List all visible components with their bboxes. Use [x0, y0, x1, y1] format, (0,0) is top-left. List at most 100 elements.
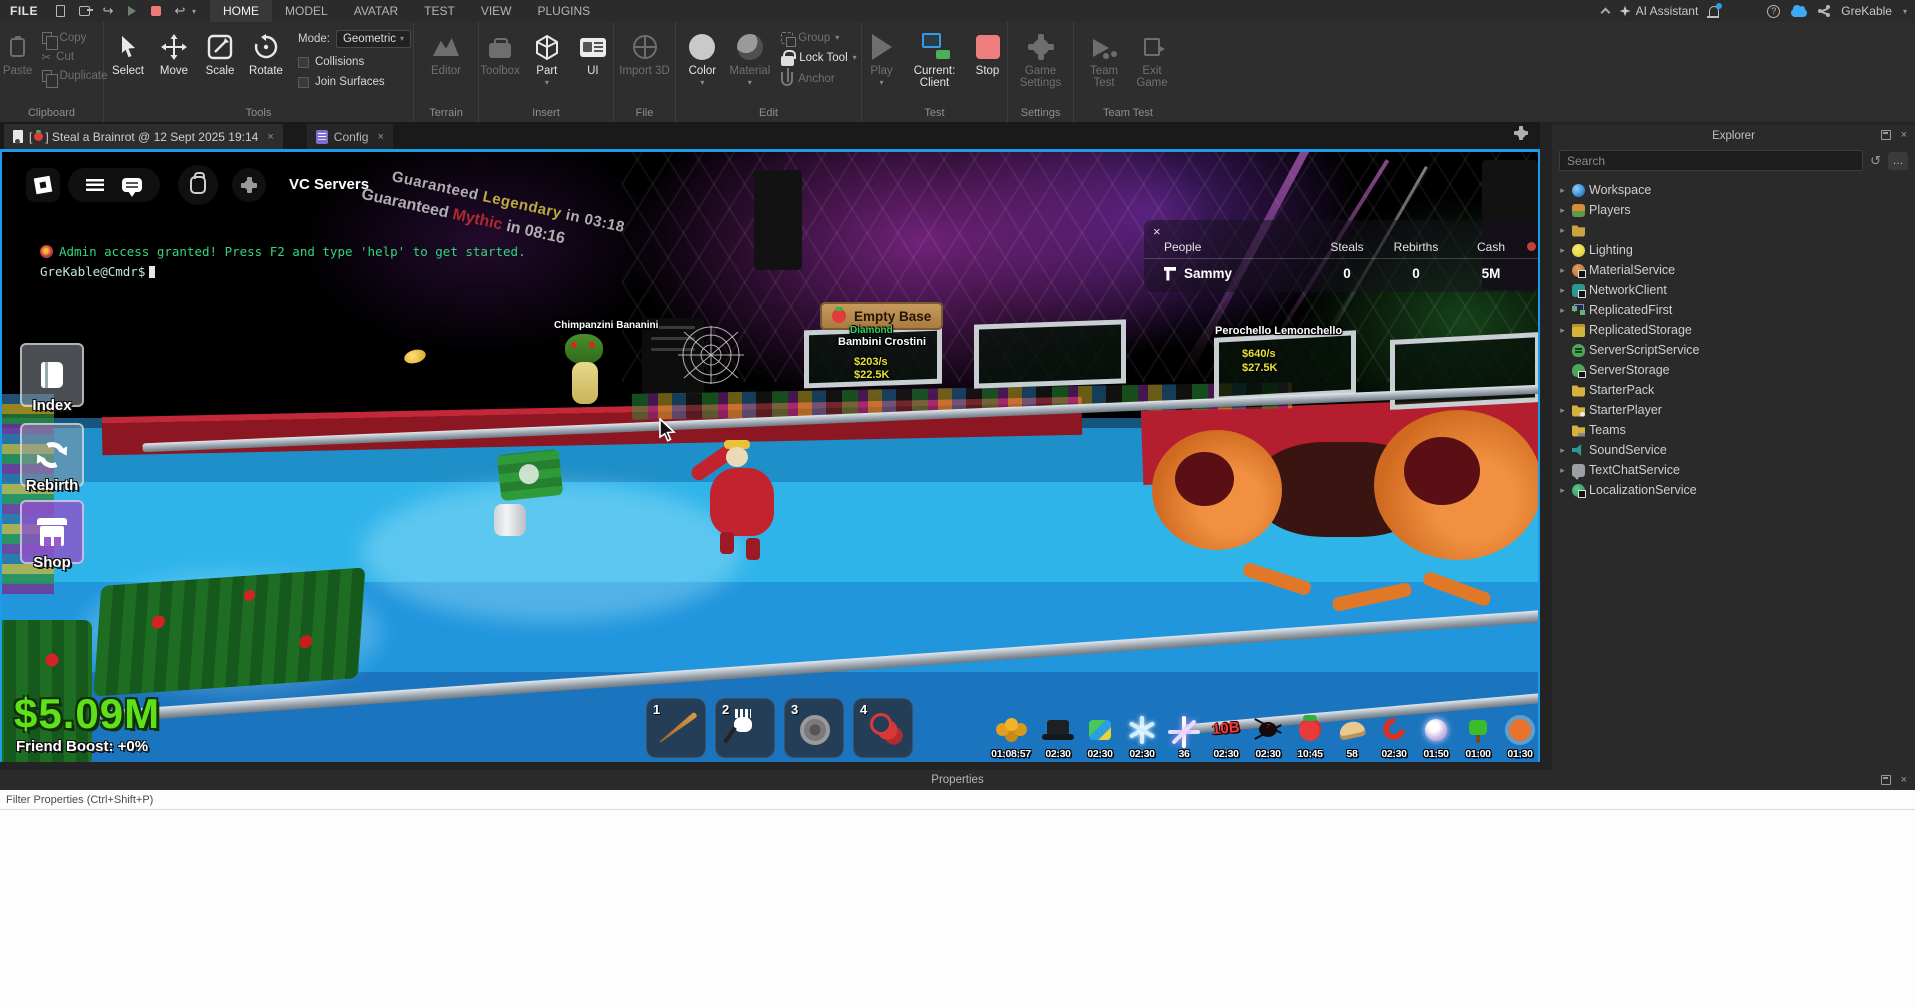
user-dropdown-icon[interactable]: ▾: [1903, 7, 1907, 16]
hamburger-menu-icon[interactable]: [86, 179, 104, 191]
index-button[interactable]: Index: [20, 343, 84, 407]
close-tab-icon[interactable]: ×: [377, 131, 383, 143]
explorer-item-materialservice[interactable]: ▸MaterialService: [1552, 260, 1915, 280]
scale-tool-button[interactable]: Scale: [198, 28, 242, 79]
tab-avatar[interactable]: AVATAR: [341, 0, 411, 22]
group-button[interactable]: Group▾: [781, 32, 856, 44]
ai-assistant-button[interactable]: AI Assistant: [1620, 4, 1699, 18]
leaderboard-close-icon[interactable]: ×: [1153, 224, 1161, 239]
material-button[interactable]: Material ▾: [726, 28, 773, 88]
buff-snowflake[interactable]: 02:30: [1122, 714, 1162, 760]
backpack-button[interactable]: [178, 165, 218, 205]
username[interactable]: GreKable: [1841, 4, 1892, 18]
shop-button[interactable]: Shop: [20, 500, 84, 564]
dock-panel-icon[interactable]: [1881, 130, 1891, 140]
tab-plugins[interactable]: PLUGINS: [525, 0, 604, 22]
current-client-button[interactable]: Current: Client: [906, 28, 964, 91]
part-button[interactable]: Part ▾: [525, 28, 569, 88]
properties-filter-input[interactable]: [0, 791, 1915, 809]
close-panel-icon[interactable]: ×: [1901, 129, 1907, 141]
tab-steal-a-brainrot[interactable]: [ ] Steal a Brainrot @ 12 Sept 2025 19:1…: [4, 124, 283, 149]
buff-taco[interactable]: 58: [1332, 714, 1372, 760]
explorer-item-localizationservice[interactable]: ▸LocalizationService: [1552, 480, 1915, 500]
team-test-button[interactable]: Team Test: [1081, 28, 1127, 91]
rebirth-button[interactable]: Rebirth: [20, 423, 84, 487]
hotbar-slot-1[interactable]: 1: [646, 698, 706, 758]
tab-view[interactable]: VIEW: [468, 0, 525, 22]
buff-top-hat[interactable]: 02:30: [1038, 714, 1078, 760]
close-tab-icon[interactable]: ×: [267, 131, 273, 143]
buff-disco-ball[interactable]: 01:50: [1416, 714, 1456, 760]
chat-icon[interactable]: [122, 178, 142, 192]
help-icon[interactable]: ?: [1767, 5, 1780, 18]
game-viewport[interactable]: VC Servers Guaranteed Legendary in 03:18…: [0, 152, 1540, 762]
buff-star-burst[interactable]: 36: [1164, 714, 1204, 760]
close-panel-icon[interactable]: ×: [1901, 774, 1907, 786]
tab-config[interactable]: Config ×: [307, 124, 393, 149]
redo-icon[interactable]: ↪: [100, 3, 116, 19]
game-settings-button-hud[interactable]: [232, 168, 266, 202]
tab-test[interactable]: TEST: [411, 0, 468, 22]
share-icon[interactable]: [1818, 5, 1830, 17]
search-history-icon[interactable]: ↺: [1870, 153, 1881, 169]
explorer-search-input[interactable]: [1559, 150, 1863, 171]
collisions-checkbox-box[interactable]: [298, 57, 309, 68]
collapse-ribbon-icon[interactable]: [1600, 8, 1610, 18]
color-button[interactable]: Color ▾: [680, 28, 724, 88]
play-button[interactable]: Play ▾: [860, 28, 904, 88]
explorer-item-starterplayer[interactable]: ▸StarterPlayer: [1552, 400, 1915, 420]
explorer-item-replicatedstorage[interactable]: ▸ReplicatedStorage: [1552, 320, 1915, 340]
buff-spider[interactable]: 02:30: [1248, 714, 1288, 760]
duplicate-button[interactable]: Duplicate: [42, 70, 108, 82]
explorer-item-serverscriptservice[interactable]: ServerScriptService: [1552, 340, 1915, 360]
exit-game-button[interactable]: Exit Game: [1129, 28, 1175, 91]
select-tool-button[interactable]: Select: [106, 28, 150, 79]
notifications-bell-icon[interactable]: [1709, 6, 1719, 16]
more-options-button[interactable]: …: [1888, 152, 1908, 170]
dock-panel-icon[interactable]: [1881, 775, 1891, 785]
buff-rainbow-pixel[interactable]: 02:30: [1080, 714, 1120, 760]
copy-button[interactable]: Copy: [42, 32, 108, 44]
explorer-item-teams[interactable]: Teams: [1552, 420, 1915, 440]
hotbar-slot-2[interactable]: 2: [715, 698, 775, 758]
hotbar-slot-3[interactable]: 3: [784, 698, 844, 758]
explorer-item-starterpack[interactable]: StarterPack: [1552, 380, 1915, 400]
join-surfaces-checkbox-box[interactable]: [298, 77, 309, 88]
file-menu[interactable]: FILE: [0, 4, 48, 18]
roblox-menu-button[interactable]: [26, 168, 60, 202]
cloud-sync-icon[interactable]: [1791, 9, 1807, 17]
undo-dropdown-icon[interactable]: ▾: [192, 7, 196, 16]
collisions-checkbox[interactable]: Collisions: [298, 56, 411, 68]
cut-button[interactable]: ✂Cut: [42, 50, 108, 64]
explorer-item-replicatedfirst[interactable]: ▸ReplicatedFirst: [1552, 300, 1915, 320]
play-icon[interactable]: [124, 3, 140, 19]
join-surfaces-checkbox[interactable]: Join Surfaces: [298, 76, 411, 88]
buff-gold-clover[interactable]: 01:08:57: [986, 714, 1036, 760]
explorer-item-textchatservice[interactable]: ▸TextChatService: [1552, 460, 1915, 480]
explorer-item-workspace[interactable]: ▸Workspace: [1552, 180, 1915, 200]
paste-button[interactable]: Paste: [0, 28, 40, 79]
move-tool-button[interactable]: Move: [152, 28, 196, 79]
new-file-icon[interactable]: [52, 3, 68, 19]
vc-servers-label[interactable]: VC Servers: [289, 176, 369, 193]
lock-tool-button[interactable]: Lock Tool▾: [781, 50, 856, 66]
explorer-item-soundservice[interactable]: ▸SoundService: [1552, 440, 1915, 460]
explorer-item-networkclient[interactable]: ▸NetworkClient: [1552, 280, 1915, 300]
stop-button[interactable]: Stop: [966, 28, 1010, 79]
terrain-editor-button[interactable]: Editor: [424, 28, 468, 79]
toolbox-button[interactable]: Toolbox: [477, 28, 523, 79]
viewport-settings-gear-icon[interactable]: [1514, 126, 1528, 140]
buff-10b[interactable]: 10B02:30: [1206, 714, 1246, 760]
leaderboard-row[interactable]: Sammy 0 0 5M: [1144, 259, 1540, 287]
tab-model[interactable]: MODEL: [272, 0, 341, 22]
game-settings-button[interactable]: Game Settings: [1011, 28, 1071, 91]
buff-crab-claw[interactable]: 02:30: [1374, 714, 1414, 760]
anchor-button[interactable]: Anchor: [781, 72, 856, 86]
mode-dropdown[interactable]: Geometric▾: [336, 30, 411, 48]
explorer-item-players[interactable]: ▸Players: [1552, 200, 1915, 220]
stop-icon[interactable]: [148, 3, 164, 19]
buff-tree[interactable]: 01:00: [1458, 714, 1498, 760]
import-3d-button[interactable]: Import 3D: [616, 28, 673, 79]
rotate-tool-button[interactable]: Rotate: [244, 28, 288, 79]
explorer-item-serverstorage[interactable]: ServerStorage: [1552, 360, 1915, 380]
